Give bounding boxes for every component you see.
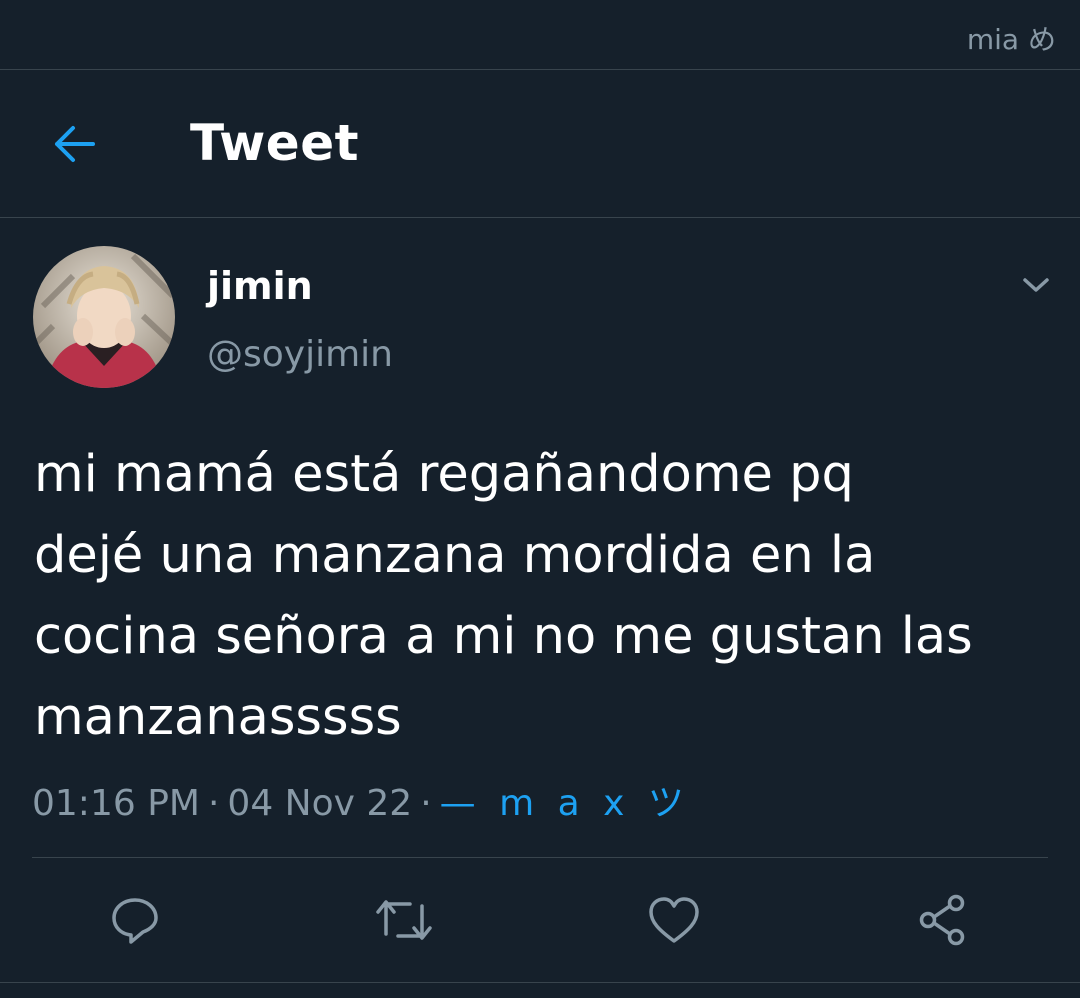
reply-icon	[112, 898, 158, 944]
retweet-icon	[376, 900, 432, 940]
meta-separator: ·	[420, 783, 432, 824]
back-button[interactable]	[44, 116, 104, 172]
tweet-source-link[interactable]: — m a x ツ	[440, 783, 690, 824]
share-icon	[919, 894, 965, 946]
arrow-left-icon	[55, 126, 95, 162]
tweet-meta: 01:16 PM · 04 Nov 22 · — m a x ツ	[32, 774, 690, 826]
actions-divider	[32, 857, 1048, 858]
tweet-time: 01:16 PM	[32, 783, 200, 824]
watermark-text: mia め	[966, 23, 1056, 56]
tweet-text: mi mamá está regañandome pq dejé una man…	[34, 445, 973, 747]
avatar[interactable]	[33, 246, 175, 388]
chevron-down-icon	[1023, 278, 1049, 292]
author-handle[interactable]: @soyjimin	[207, 334, 393, 375]
author-name[interactable]: jimin	[207, 264, 313, 308]
tweet-options-button[interactable]	[1016, 270, 1056, 300]
tweet-header: Tweet	[0, 70, 1080, 218]
page-title: Tweet	[190, 114, 360, 172]
tweet-date: 04 Nov 22	[227, 783, 413, 824]
share-button[interactable]	[913, 890, 973, 950]
bottom-divider	[0, 982, 1080, 983]
heart-icon	[649, 897, 699, 943]
reply-button[interactable]	[105, 890, 165, 950]
retweet-button[interactable]	[374, 890, 434, 950]
like-button[interactable]	[644, 890, 704, 950]
meta-separator: ·	[207, 783, 220, 824]
